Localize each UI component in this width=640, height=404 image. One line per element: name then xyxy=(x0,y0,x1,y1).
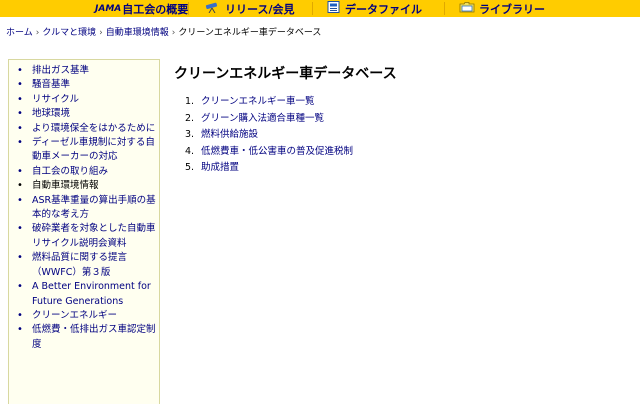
top-navigation-bar: JAMA 自工会の概要 リリース/会見 データファイル ライブラリー xyxy=(0,0,640,17)
nav-item-about[interactable]: JAMA 自工会の概要 xyxy=(95,0,188,17)
sidebar-item-global-environment[interactable]: • 地球環境 xyxy=(9,107,162,121)
link-tax-incentives[interactable]: 低燃費車・低公害車の普及促進税制 xyxy=(201,146,353,157)
bullet: • xyxy=(17,137,23,149)
sidebar-item-label: 自動車環境情報 xyxy=(32,180,99,192)
sidebar-item-better-environment[interactable]: • A Better Environment for Future Generat… xyxy=(9,280,162,309)
nav-item-label: ライブラリー xyxy=(479,2,545,16)
nav-item-releases[interactable]: リリース/会見 xyxy=(205,0,294,17)
nav-item-label: リリース/会見 xyxy=(225,2,295,16)
list-item: 5. 助成措置 xyxy=(185,160,353,177)
sidebar-item-wwfc[interactable]: • 燃料品質に関する提言（WWFC）第３版 xyxy=(9,251,162,280)
sidebar-item-label: 燃料品質に関する提言（WWFC）第３版 xyxy=(32,252,128,278)
bullet: • xyxy=(17,165,23,177)
nav-item-library[interactable]: ライブラリー xyxy=(459,0,545,17)
sidebar-item-label: より環境保全をはかるために xyxy=(32,122,156,134)
nav-item-label: 自工会の概要 xyxy=(122,2,189,16)
sidebar-item-diesel-regulation[interactable]: • ディーゼル車規制に対する自動車メーカーの対応 xyxy=(9,136,162,165)
sidebar-item-emission-standards[interactable]: • 排出ガス基準 xyxy=(9,64,162,78)
sidebar-item-label: ディーゼル車規制に対する自動車メーカーの対応 xyxy=(32,137,155,163)
list-number: 5. xyxy=(185,162,195,174)
link-clean-energy-vehicle-list[interactable]: クリーンエネルギー車一覧 xyxy=(201,96,315,107)
sidebar-item-jama-initiatives[interactable]: • 自工会の取り組み xyxy=(9,165,162,179)
sidebar-menu: • 排出ガス基準 • 騒音基準 • リサイクル • 地球環境 • より環境保全をはかるため… xyxy=(9,60,159,352)
sidebar-item-label: A Better Environment for Future Generati… xyxy=(32,281,151,307)
sidebar-item-environment-protection[interactable]: • より環境保全をはかるために xyxy=(9,122,162,136)
telescope-icon xyxy=(205,1,221,16)
nav-divider xyxy=(444,2,445,15)
nav-item-datafile[interactable]: データファイル xyxy=(327,0,422,17)
sidebar-item-label: クリーンエネルギー xyxy=(32,309,118,321)
jama-logo: JAMA xyxy=(95,3,122,14)
bullet: • xyxy=(17,79,23,91)
breadcrumb: ホーム › クルマと環境 › 自動車環境情報 › クリーンエネルギー車データベース xyxy=(6,25,321,38)
sidebar-item-low-emission-certification[interactable]: • 低燃費・低排出ガス車認定制度 xyxy=(9,323,162,352)
nav-divider xyxy=(188,2,189,15)
sidebar-item-noise-standards[interactable]: • 騒音基準 xyxy=(9,78,162,92)
page-title: クリーンエネルギー車データベース xyxy=(174,66,397,82)
link-green-purchase-vehicles[interactable]: グリーン購入法適合車種一覧 xyxy=(201,113,324,124)
list-number: 4. xyxy=(185,145,195,157)
link-subsidies[interactable]: 助成措置 xyxy=(201,162,239,173)
breadcrumb-link-environment-info[interactable]: 自動車環境情報 xyxy=(106,28,169,38)
sidebar-item-label: 破砕業者を対象とした自動車リサイクル説明会資料 xyxy=(32,223,156,249)
bullet: • xyxy=(17,180,23,192)
bullet: • xyxy=(17,93,23,105)
nav-item-label: データファイル xyxy=(345,2,422,16)
sidebar-item-recycling[interactable]: • リサイクル xyxy=(9,93,162,107)
list-number: 3. xyxy=(185,129,195,141)
document-icon xyxy=(327,1,341,16)
folder-icon xyxy=(459,1,475,16)
sidebar-item-asr-weight[interactable]: • ASR基準重量の算出手順の基本的な考え方 xyxy=(9,194,162,223)
content-link-list: 1. クリーンエネルギー車一覧 2. グリーン購入法適合車種一覧 3. 燃料供給施設 … xyxy=(185,94,353,177)
breadcrumb-current: クリーンエネルギー車データベース xyxy=(178,28,322,38)
bullet: • xyxy=(17,324,23,336)
list-item: 2. グリーン購入法適合車種一覧 xyxy=(185,111,353,128)
breadcrumb-separator: › xyxy=(99,28,103,38)
sidebar-item-label: 騒音基準 xyxy=(32,79,71,91)
list-item: 4. 低燃費車・低公害車の普及促進税制 xyxy=(185,144,353,161)
sidebar-item-clean-energy[interactable]: • クリーンエネルギー xyxy=(9,309,162,323)
list-item: 1. クリーンエネルギー車一覧 xyxy=(185,94,353,111)
list-item: 3. 燃料供給施設 xyxy=(185,127,353,144)
list-number: 1. xyxy=(185,96,195,107)
sidebar-item-label: リサイクル xyxy=(32,93,80,105)
bullet: • xyxy=(17,281,23,293)
breadcrumb-separator: › xyxy=(171,28,176,38)
sidebar-item-label: 自工会の取り組み xyxy=(32,165,109,177)
link-fuel-stations[interactable]: 燃料供給施設 xyxy=(201,129,258,140)
sidebar-item-label: 地球環境 xyxy=(32,108,71,120)
bullet: • xyxy=(17,223,23,235)
bullet: • xyxy=(17,65,23,76)
sidebar: • 排出ガス基準 • 騒音基準 • リサイクル • 地球環境 • より環境保全をはかるため… xyxy=(8,59,160,404)
breadcrumb-link-home[interactable]: ホーム xyxy=(6,28,33,38)
breadcrumb-link-car-environment[interactable]: クルマと環境 xyxy=(42,28,96,38)
nav-divider xyxy=(312,2,313,15)
sidebar-item-label: ASR基準重量の算出手順の基本的な考え方 xyxy=(32,194,156,221)
bullet: • xyxy=(17,194,23,206)
bullet: • xyxy=(17,309,23,321)
bullet: • xyxy=(17,122,23,134)
bullet: • xyxy=(17,108,23,120)
sidebar-item-environment-info: • 自動車環境情報 xyxy=(9,179,162,193)
sidebar-item-label: 低燃費・低排出ガス車認定制度 xyxy=(32,324,156,350)
sidebar-item-recycling-seminar[interactable]: • 破砕業者を対象とした自動車リサイクル説明会資料 xyxy=(9,222,162,251)
breadcrumb-separator: › xyxy=(35,28,40,38)
bullet: • xyxy=(17,252,23,264)
list-number: 2. xyxy=(185,112,195,124)
sidebar-item-label: 排出ガス基準 xyxy=(32,65,90,76)
